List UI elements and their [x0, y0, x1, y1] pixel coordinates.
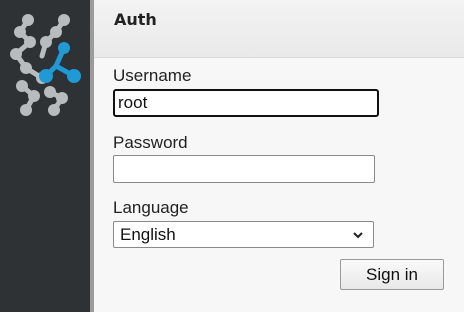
login-form: Username Password Language English Sign …	[94, 58, 464, 312]
username-input[interactable]	[113, 89, 379, 117]
language-label: Language	[113, 198, 189, 217]
language-select[interactable]: English	[113, 221, 374, 248]
sidebar	[0, 0, 90, 312]
page-title: Auth	[114, 10, 157, 29]
network-logo-icon	[10, 14, 81, 116]
chevron-down-icon	[353, 232, 363, 239]
password-input[interactable]	[113, 155, 375, 183]
username-label: Username	[113, 66, 192, 85]
password-label: Password	[113, 133, 188, 152]
language-selected-value: English	[120, 225, 176, 244]
sign-in-button[interactable]: Sign in	[340, 259, 444, 290]
header-bar: Auth	[94, 0, 464, 58]
